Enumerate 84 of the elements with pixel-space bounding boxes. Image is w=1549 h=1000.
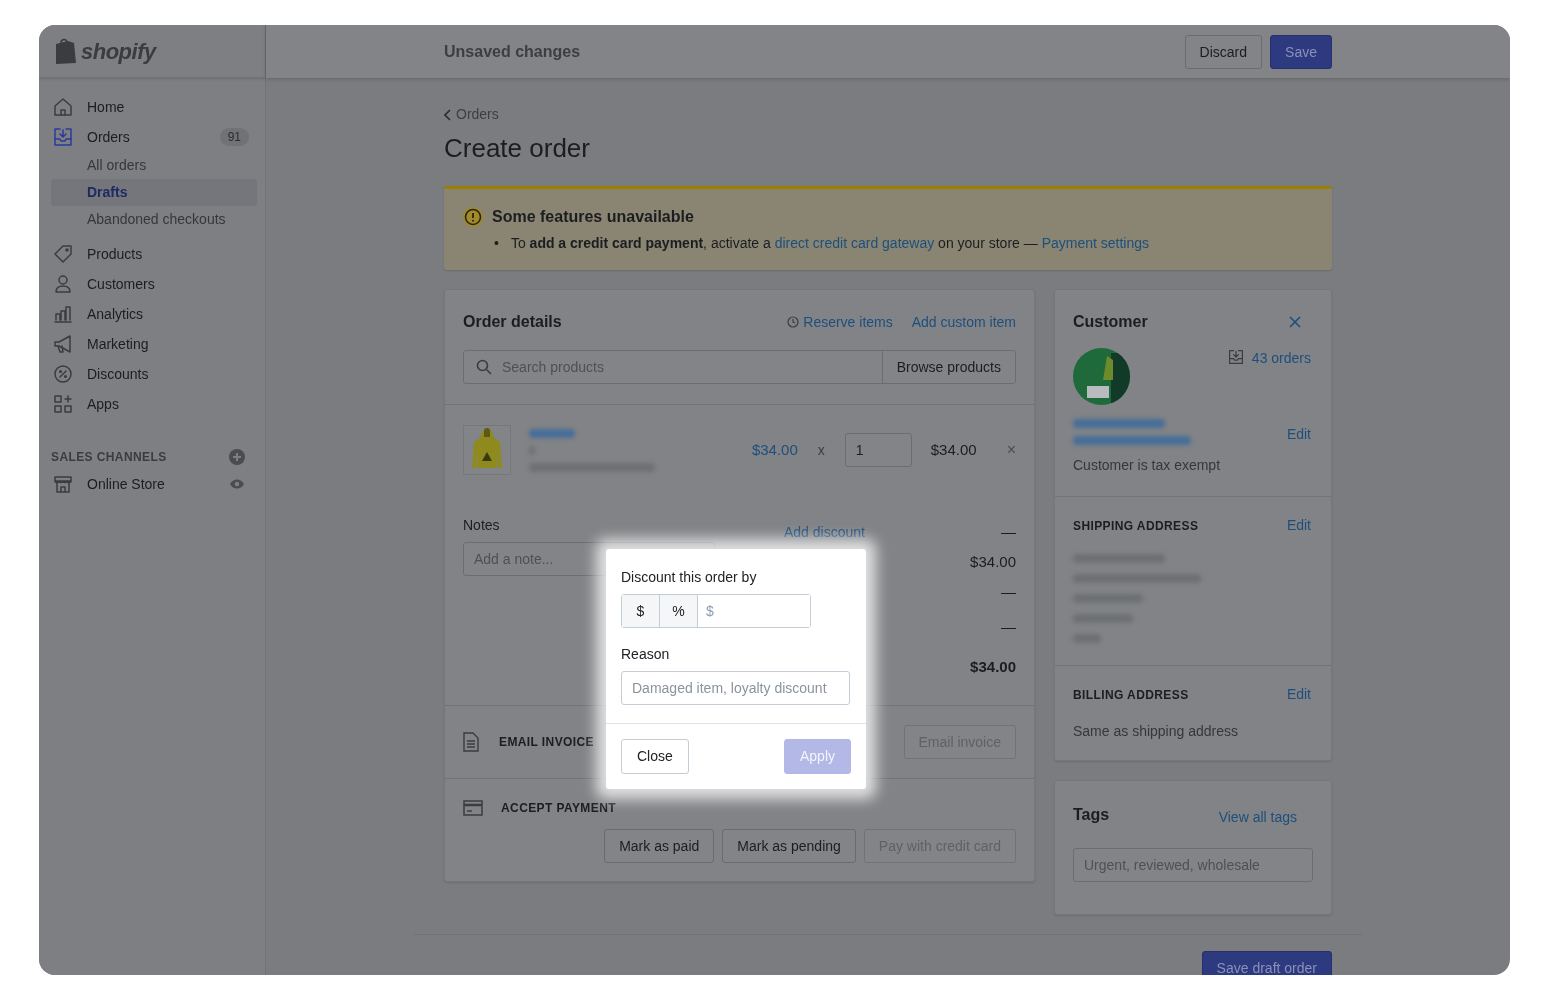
sidebar-subitem[interactable]: All orders — [51, 152, 257, 179]
add-custom-item-link[interactable]: Add custom item — [911, 311, 1016, 333]
brand-name: shopify — [81, 37, 156, 66]
card-title: Customer — [1073, 312, 1148, 333]
tag-icon — [53, 244, 73, 264]
reason-label: Reason — [621, 645, 671, 665]
notes-label: Notes — [463, 516, 501, 536]
summary-value: — — [1001, 581, 1016, 602]
sidebar-subitem[interactable]: Abandoned checkouts — [51, 206, 257, 233]
payment-button[interactable]: Mark as paid — [604, 829, 715, 864]
line-total: $34.00 — [930, 439, 977, 460]
sidebar-item[interactable]: Products — [51, 239, 257, 269]
shopping-bag-logo-icon — [53, 37, 77, 65]
add-circle-icon[interactable] — [229, 449, 245, 465]
house-icon — [53, 97, 73, 117]
search-icon — [476, 359, 492, 376]
page-status-title: Unsaved changes — [444, 41, 581, 62]
payment-button[interactable]: Mark as pending — [722, 829, 856, 864]
section-heading: SHIPPING ADDRESS — [1073, 517, 1199, 535]
add-discount-link[interactable]: Add discount — [784, 521, 865, 543]
sidebar-item[interactable]: Discounts — [51, 359, 257, 389]
discount-amount-field[interactable]: $ % $ — [621, 594, 811, 629]
unit-toggle[interactable]: % — [660, 595, 698, 628]
clock-icon — [787, 316, 800, 329]
billing-address-text: Same as shipping address — [1073, 722, 1239, 742]
remove-item-button[interactable]: × — [1006, 442, 1016, 459]
edit-link[interactable]: Edit — [1286, 424, 1311, 446]
inbox-download-icon — [1227, 349, 1244, 366]
storefront-icon — [53, 474, 73, 494]
quantity-field[interactable]: 1 — [844, 433, 912, 468]
section-heading: SALES CHANNELS — [51, 449, 167, 466]
multiply-sign: x — [817, 440, 825, 460]
chevron-left-icon — [444, 108, 452, 121]
settings-link[interactable]: Payment settings — [1041, 235, 1149, 252]
megaphone-icon — [53, 334, 73, 354]
bar-chart-icon — [53, 304, 73, 324]
sidebar-subitem[interactable]: Drafts — [51, 179, 257, 206]
close-button[interactable]: Close — [621, 739, 689, 775]
sidebar-item[interactable]: Orders — [51, 122, 130, 152]
save-button[interactable]: Save — [1270, 34, 1332, 69]
sidebar-item[interactable]: Apps — [51, 389, 257, 419]
section-heading: BILLING ADDRESS — [1073, 686, 1189, 704]
card-title: Order details — [463, 312, 562, 333]
reserve-items-link[interactable]: Reserve items — [787, 311, 893, 333]
count-badge: 91 — [219, 128, 249, 146]
warning-icon — [462, 206, 484, 229]
credit-card-icon — [463, 800, 483, 817]
orders-count-link[interactable]: 43 orders — [1227, 348, 1311, 370]
inbox-download-icon — [53, 127, 73, 147]
sidebar-item[interactable]: Customers — [51, 269, 257, 299]
save-draft-order-button[interactable]: Save draft order — [1201, 951, 1332, 975]
reason-field[interactable]: Damaged item, loyalty discount — [621, 671, 850, 706]
banner-message: To add a credit card payment, activate a direct credit card gateway on your store — Payment settings — [510, 234, 1149, 254]
banner-title: Some features unavailable — [492, 207, 694, 228]
document-icon — [463, 732, 479, 753]
tax-exempt-note: Customer is tax exempt — [1073, 456, 1222, 476]
view-all-tags-link[interactable]: View all tags — [1218, 807, 1297, 829]
person-icon — [53, 274, 73, 294]
edit-link[interactable]: Edit — [1286, 684, 1311, 706]
eye-icon[interactable] — [229, 478, 245, 490]
edit-link[interactable]: Edit — [1286, 515, 1311, 537]
sidebar-item[interactable]: Marketing — [51, 329, 257, 359]
page-title: Create order — [444, 133, 591, 165]
section-heading: EMAIL INVOICE — [499, 734, 594, 752]
card-title: Tags — [1073, 804, 1110, 825]
percent-badge-icon — [53, 364, 73, 384]
summary-value: — — [1001, 521, 1016, 542]
sidebar-item[interactable]: Online Store — [51, 469, 165, 499]
section-heading: ACCEPT PAYMENT — [501, 800, 616, 818]
summary-value: $34.00 — [970, 656, 1016, 677]
hoodie-thumbnail — [463, 425, 511, 476]
apps-grid-icon — [53, 394, 73, 414]
bullet-mark: • — [494, 234, 499, 254]
price-link[interactable]: $34.00 — [751, 438, 798, 462]
sidebar-item[interactable]: Analytics — [51, 299, 257, 329]
unit-toggle[interactable]: $ — [622, 595, 660, 628]
redacted-text — [529, 428, 575, 438]
settings-link[interactable]: direct credit card gateway — [774, 235, 935, 252]
sidebar-item[interactable]: Home — [51, 92, 257, 122]
breadcrumb-link[interactable]: Orders — [444, 104, 499, 125]
avatar-icon — [1073, 348, 1130, 406]
summary-value: — — [1001, 616, 1016, 637]
discard-button[interactable]: Discard — [1184, 34, 1263, 69]
summary-value: $34.00 — [970, 551, 1016, 572]
